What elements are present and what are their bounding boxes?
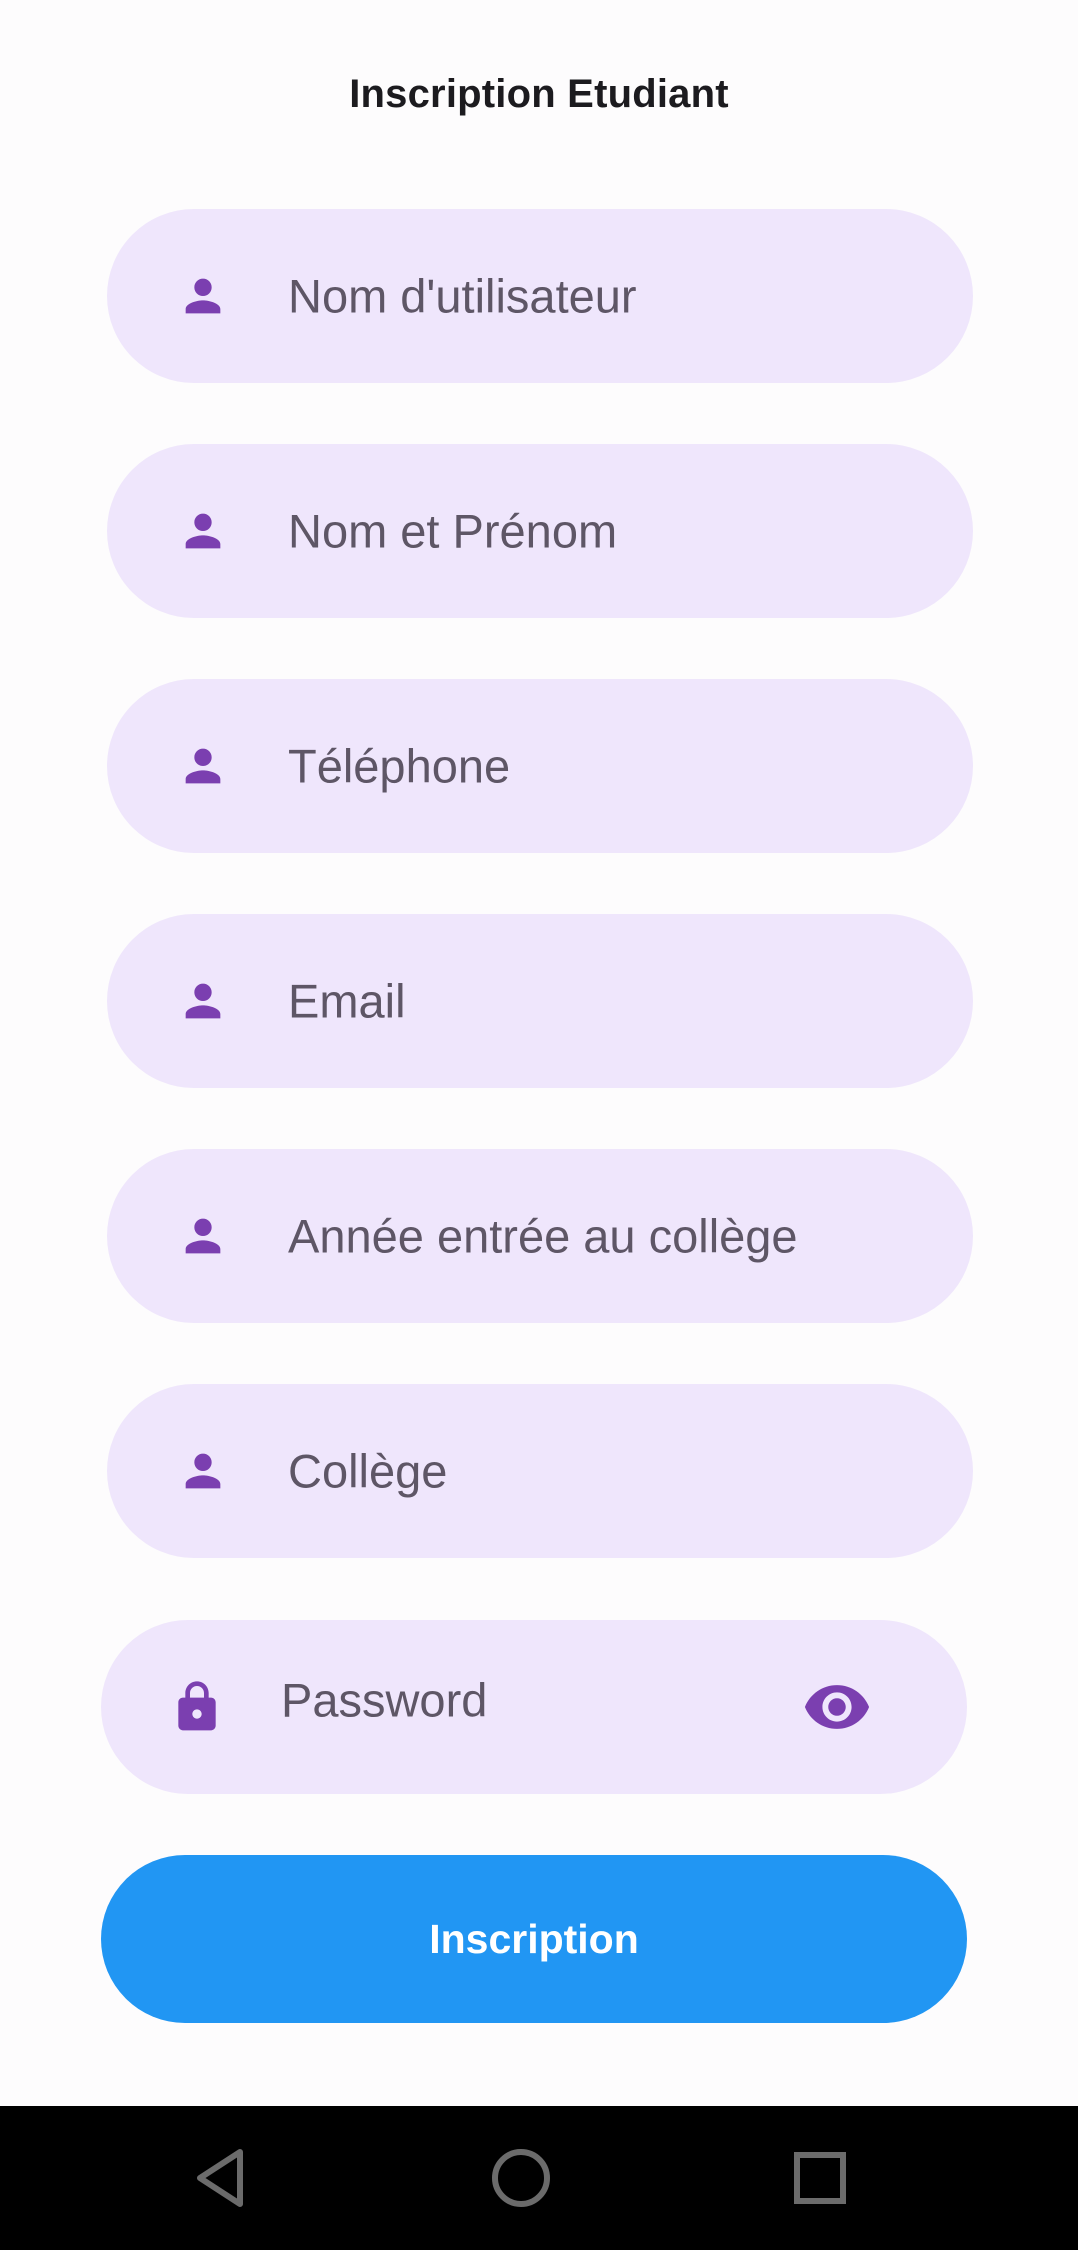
back-triangle-icon[interactable]	[192, 2148, 252, 2208]
email-placeholder: Email	[288, 974, 406, 1028]
username-placeholder: Nom d'utilisateur	[288, 269, 637, 323]
person-icon	[175, 1208, 231, 1264]
person-icon	[175, 973, 231, 1029]
person-icon	[175, 503, 231, 559]
username-field[interactable]: Nom d'utilisateur	[107, 209, 973, 383]
entry-year-placeholder: Année entrée au collège	[288, 1209, 798, 1263]
recents-square-icon[interactable]	[792, 2150, 848, 2206]
college-field[interactable]: Collège	[107, 1384, 973, 1558]
inscription-button[interactable]: Inscription	[101, 1855, 967, 2023]
home-circle-icon[interactable]	[490, 2147, 552, 2209]
password-placeholder: Password	[281, 1673, 488, 1727]
entry-year-field[interactable]: Année entrée au collège	[107, 1149, 973, 1323]
person-icon	[175, 1443, 231, 1499]
fullname-placeholder: Nom et Prénom	[288, 504, 618, 558]
system-nav-bar	[0, 2106, 1078, 2250]
registration-screen: Inscription Etudiant Nom d'utilisateur N…	[0, 0, 1078, 2250]
phone-field[interactable]: Téléphone	[107, 679, 973, 853]
page-title: Inscription Etudiant	[349, 72, 729, 116]
eye-icon[interactable]	[802, 1682, 872, 1732]
lock-icon	[169, 1679, 225, 1735]
phone-placeholder: Téléphone	[288, 739, 511, 793]
person-icon	[175, 738, 231, 794]
fullname-field[interactable]: Nom et Prénom	[107, 444, 973, 618]
password-field[interactable]: Password	[101, 1620, 967, 1794]
person-icon	[175, 268, 231, 324]
college-placeholder: Collège	[288, 1444, 448, 1498]
email-field[interactable]: Email	[107, 914, 973, 1088]
